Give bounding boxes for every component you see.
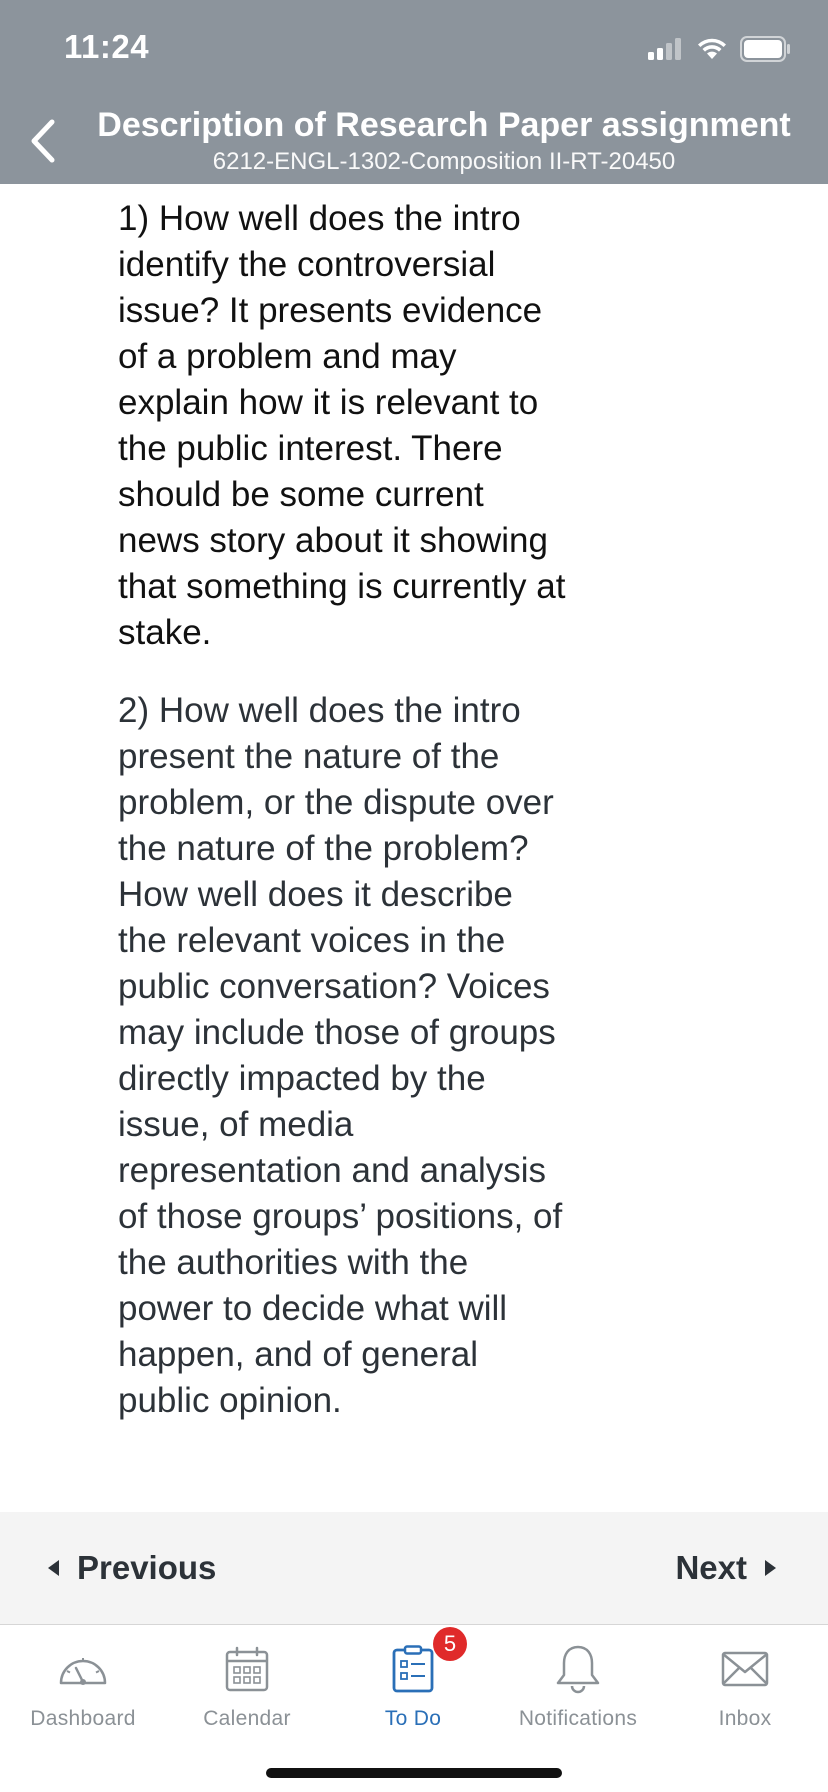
previous-label: Previous — [77, 1549, 217, 1586]
tab-dashboard[interactable]: Dashboard — [0, 1643, 166, 1731]
tab-label-todo: To Do — [384, 1707, 442, 1730]
course-subtitle: 6212-ENGL-1302-Composition II-RT-20450 — [212, 148, 676, 175]
caret-right-icon — [765, 1560, 776, 1576]
back-button[interactable] — [18, 112, 68, 170]
chevron-left-icon — [31, 119, 55, 163]
tab-inbox[interactable]: Inbox — [662, 1643, 828, 1731]
tab-label-inbox: Inbox — [718, 1707, 772, 1730]
calendar-icon — [221, 1643, 273, 1695]
app-header: 11:24 Description of Research Paper assi… — [0, 0, 828, 184]
status-time: 11:24 — [64, 28, 150, 65]
paragraph-criterion-1: 1) How well does the intro identify the … — [118, 199, 566, 652]
envelope-icon — [719, 1643, 771, 1695]
status-icons — [648, 34, 792, 64]
tab-label-dashboard: Dashboard — [30, 1707, 136, 1730]
paragraph-criterion-2: 2) How well does the intro present the n… — [118, 691, 563, 1420]
bell-icon — [552, 1643, 604, 1695]
next-label: Next — [675, 1549, 747, 1586]
todo-clipboard-icon: 5 — [387, 1627, 467, 1695]
tab-notifications[interactable]: Notifications — [495, 1643, 661, 1731]
battery-icon — [740, 36, 790, 62]
pager-bar: Previous Next — [0, 1512, 828, 1625]
tab-bar: Dashboard Calendar 5 To Do Notifications… — [0, 1625, 828, 1792]
todo-count-badge: 5 — [433, 1627, 467, 1661]
next-button[interactable]: Next — [675, 1512, 776, 1624]
tab-todo[interactable]: 5 To Do — [330, 1627, 496, 1731]
page-title: Description of Research Paper assignment — [97, 106, 791, 144]
tab-label-calendar: Calendar — [203, 1707, 291, 1730]
caret-left-icon — [48, 1560, 59, 1576]
previous-button[interactable]: Previous — [48, 1512, 216, 1624]
home-indicator[interactable] — [266, 1768, 562, 1778]
tab-label-notifications: Notifications — [518, 1707, 638, 1730]
wifi-icon — [698, 38, 726, 59]
tab-calendar[interactable]: Calendar — [164, 1643, 330, 1731]
cellular-signal-icon — [648, 38, 681, 60]
assignment-description: 1) How well does the intro identify the … — [118, 196, 568, 1424]
dashboard-gauge-icon — [57, 1643, 109, 1695]
